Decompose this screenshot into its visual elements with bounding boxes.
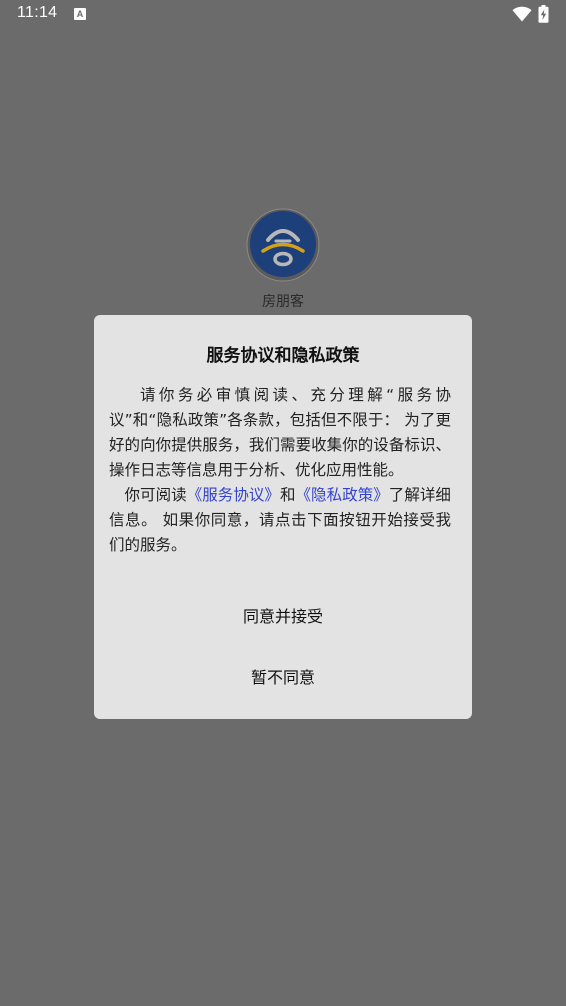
and-text: 和 (279, 486, 296, 504)
battery-charging-icon (538, 5, 549, 23)
dialog-body: 请你务必审慎阅读、充分理解“服务协议”和“隐私政策”各条款，包括但不限于： 为了… (109, 383, 451, 558)
read-more-paragraph: 你可阅读《服务协议》和《隐私政策》了解详细信息。 如果你同意，请点击下面按钮开始… (109, 483, 451, 558)
privacy-policy-dialog: 服务协议和隐私政策 请你务必审慎阅读、充分理解“服务协议”和“隐私政策”各条款，… (94, 315, 472, 719)
wifi-icon (512, 6, 532, 22)
dialog-title: 服务协议和隐私政策 (206, 346, 360, 366)
agree-button[interactable]: 同意并接受 (94, 597, 472, 637)
consent-paragraph: 请你务必审慎阅读、充分理解“服务协议”和“隐私政策”各条款，包括但不限于： 为了… (109, 386, 451, 479)
disagree-button[interactable]: 暂不同意 (94, 658, 472, 698)
app-logo-icon (246, 208, 320, 282)
read-prefix-text: 你可阅读 (124, 486, 187, 504)
app-name: 房朋客 (262, 294, 304, 310)
notification-icon: A (74, 8, 86, 20)
privacy-policy-link[interactable]: 《隐私政策》 (296, 486, 389, 504)
service-agreement-link[interactable]: 《服务协议》 (187, 486, 280, 504)
status-bar: 11:14 A (0, 0, 566, 30)
status-time: 11:14 (17, 4, 58, 21)
